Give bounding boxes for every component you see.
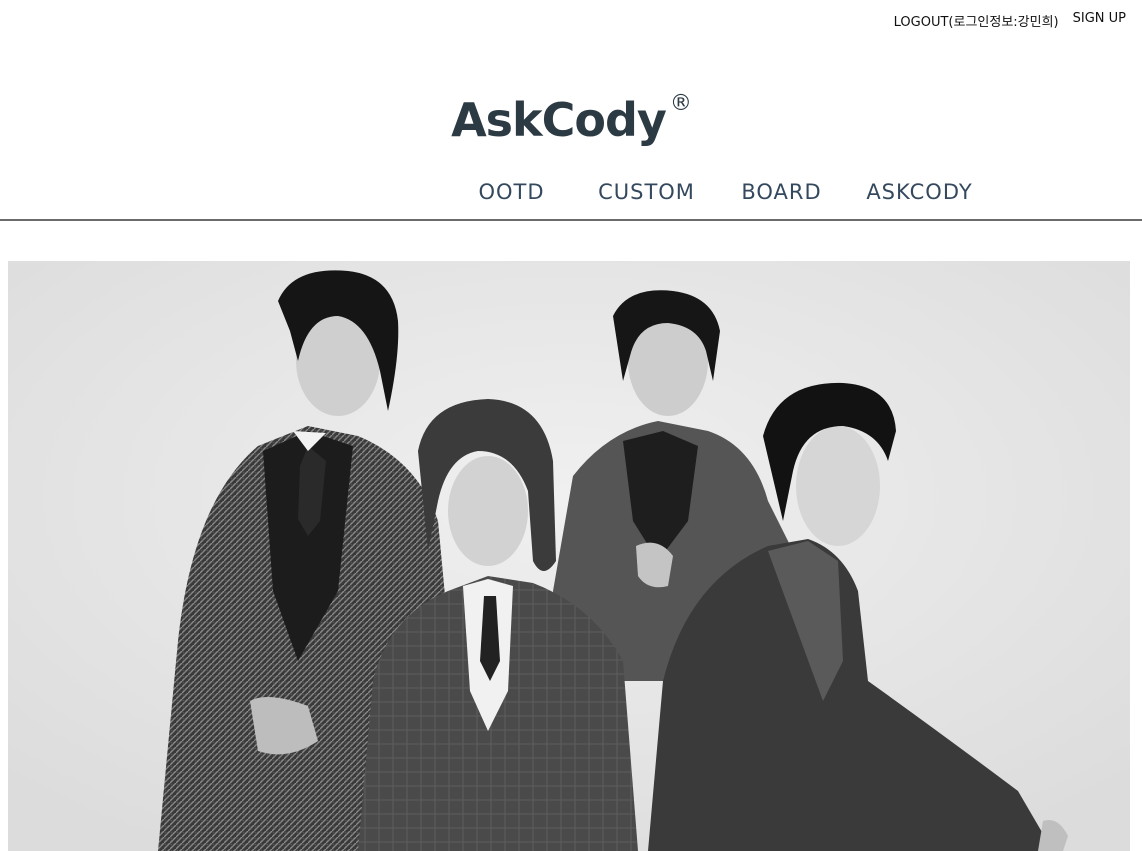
nav-item-board[interactable]: BOARD <box>727 178 837 206</box>
hero-image <box>8 261 1130 851</box>
registered-mark: ® <box>669 91 692 116</box>
nav-item-custom[interactable]: CUSTOM <box>585 178 709 206</box>
brand-name: AskCody <box>451 93 667 147</box>
page: LOGOUT(로그인정보:강민희) SIGN UP AskCody ® OOTD … <box>0 0 1142 851</box>
main-nav: OOTD CUSTOM BOARD ASKCODY <box>0 178 1142 206</box>
fashion-photo-image <box>8 261 1130 851</box>
signup-link[interactable]: SIGN UP <box>1073 11 1126 30</box>
account-links: LOGOUT(로그인정보:강민희) SIGN UP <box>894 11 1126 30</box>
brand-logo[interactable]: AskCody ® <box>0 74 1142 150</box>
nav-item-ootd[interactable]: OOTD <box>450 178 574 206</box>
logout-link[interactable]: LOGOUT(로그인정보:강민희) <box>894 11 1059 30</box>
nav-item-askcody[interactable]: ASKCODY <box>851 178 989 206</box>
nav-divider <box>0 219 1142 221</box>
